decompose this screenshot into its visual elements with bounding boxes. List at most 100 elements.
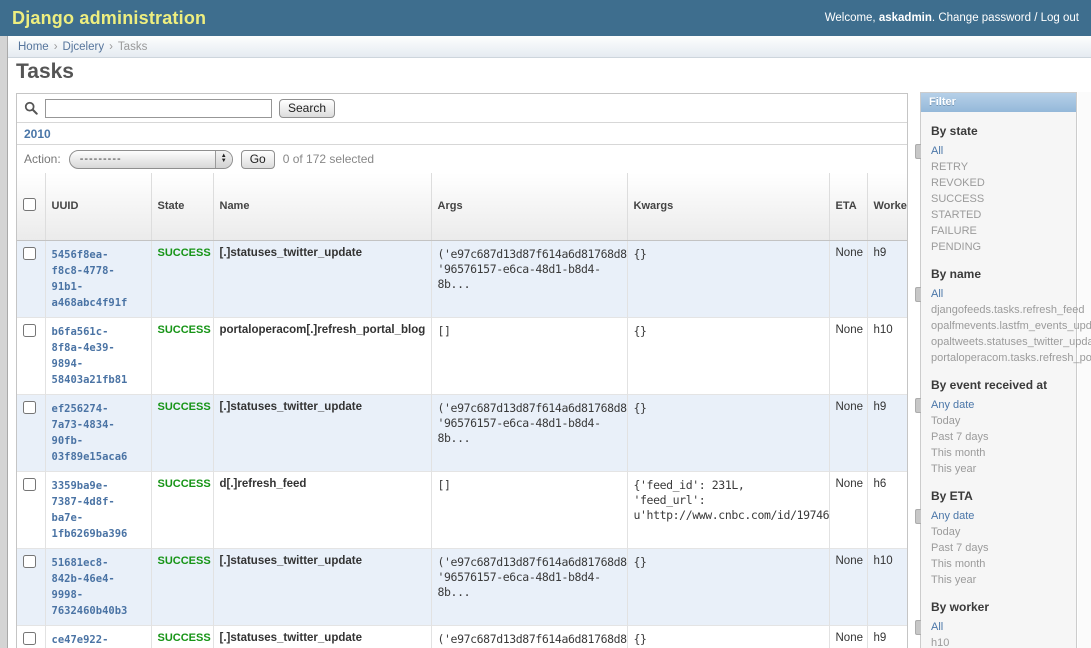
breadcrumb-djcelery[interactable]: Djcelery <box>63 41 105 53</box>
task-kwargs: {} <box>627 317 829 394</box>
changelist: Search 2010 Action: --------- ▲▼ Go 0 of… <box>16 93 908 648</box>
breadcrumb-separator: › <box>109 41 113 53</box>
filter-item-today[interactable]: Today <box>931 524 1076 540</box>
row-checkbox[interactable] <box>23 401 36 414</box>
breadcrumb: Home › Djcelery › Tasks <box>8 36 1091 58</box>
task-uuid-link[interactable]: 5456f8ea- f8c8-4778- 91b1- a468abc4f91f <box>52 247 145 311</box>
column-header-args[interactable]: Args <box>431 173 627 240</box>
breadcrumb-home[interactable]: Home <box>18 41 49 53</box>
column-header-name[interactable]: Name <box>213 173 431 240</box>
search-input[interactable] <box>45 99 272 118</box>
task-uuid-link[interactable]: ce47e922- c76c-45aa- 8885- c2d853e05dbb <box>52 632 145 648</box>
filter-heading: By event received at <box>931 378 1076 392</box>
filter-item-past-7-days[interactable]: Past 7 days <box>931 540 1076 556</box>
task-uuid-link[interactable]: ef256274- 7a73-4834- 90fb- 03f89e15aca6 <box>52 401 145 465</box>
breadcrumb-separator: › <box>54 41 58 53</box>
filter-item-task-name[interactable]: opalfmevents.lastfm_events_update <box>931 318 1076 334</box>
filter-item-this-year[interactable]: This year <box>931 572 1076 588</box>
search-button[interactable]: Search <box>279 99 335 118</box>
filter-item-today[interactable]: Today <box>931 413 1076 429</box>
task-uuid-link[interactable]: 3359ba9e- 7387-4d8f- ba7e- 1fb6269ba396 <box>52 478 145 542</box>
column-header-worker[interactable]: Worker <box>867 173 908 240</box>
filter-item-h10[interactable]: h10 <box>931 635 1076 648</box>
date-hierarchy-year-link[interactable]: 2010 <box>24 127 51 141</box>
row-checkbox[interactable] <box>23 324 36 337</box>
state-badge: SUCCESS <box>158 324 211 336</box>
state-badge: SUCCESS <box>158 478 211 490</box>
task-worker: h6 <box>867 471 908 548</box>
action-select[interactable]: --------- ▲▼ <box>69 150 233 169</box>
filter-item-success[interactable]: SUCCESS <box>931 191 1076 207</box>
task-worker: h9 <box>867 394 908 471</box>
filter-item-past-7-days[interactable]: Past 7 days <box>931 429 1076 445</box>
task-args: ('e97c687d13d87f614a6d81768d8f3d8e', '96… <box>431 548 627 625</box>
filter-item-all[interactable]: All <box>931 143 1076 159</box>
filter-item-task-name[interactable]: opaltweets.statuses_twitter_update <box>931 334 1076 350</box>
column-header-state[interactable]: State <box>151 173 213 240</box>
task-eta: None <box>829 317 867 394</box>
table-row: 5456f8ea- f8c8-4778- 91b1- a468abc4f91f … <box>17 240 908 317</box>
username: askadmin <box>879 12 932 24</box>
task-name: [.]statuses_twitter_update <box>213 625 431 648</box>
task-eta: None <box>829 625 867 648</box>
filter-item-all[interactable]: All <box>931 619 1076 635</box>
row-checkbox[interactable] <box>23 478 36 491</box>
filter-item-retry[interactable]: RETRY <box>931 159 1076 175</box>
filter-item-this-month[interactable]: This month <box>931 556 1076 572</box>
filter-item-this-month[interactable]: This month <box>931 445 1076 461</box>
filter-item-any-date[interactable]: Any date <box>931 508 1076 524</box>
task-uuid-link[interactable]: 51681ec8- 842b-46e4- 9998- 7632460b40b3 <box>52 555 145 619</box>
task-eta: None <box>829 471 867 548</box>
task-args: ('e97c687d13d87f614a6d81768d8f3d8e', '96… <box>431 240 627 317</box>
row-checkbox[interactable] <box>23 247 36 260</box>
column-header-eta[interactable]: ETA <box>829 173 867 240</box>
filter-item-task-name[interactable]: portaloperacom.tasks.refresh_portal_blog <box>931 350 1076 366</box>
filter-item-revoked[interactable]: REVOKED <box>931 175 1076 191</box>
table-row: 51681ec8- 842b-46e4- 9998- 7632460b40b3 … <box>17 548 908 625</box>
window-gutter <box>0 36 8 648</box>
column-header-uuid[interactable]: UUID <box>45 173 151 240</box>
breadcrumb-current: Tasks <box>118 41 147 53</box>
task-kwargs: {} <box>627 394 829 471</box>
filter-item-started[interactable]: STARTED <box>931 207 1076 223</box>
filter-item-task-name[interactable]: djangofeeds.tasks.refresh_feed <box>931 302 1076 318</box>
select-all-checkbox[interactable] <box>23 198 36 211</box>
row-checkbox[interactable] <box>23 555 36 568</box>
filter-item-all[interactable]: All <box>931 286 1076 302</box>
filter-item-this-year[interactable]: This year <box>931 461 1076 477</box>
filter-item-failure[interactable]: FAILURE <box>931 223 1076 239</box>
table-header-row: UUID State Name Args Kwargs ETA Worker <box>17 173 908 240</box>
table-row: b6fa561c- 8f8a-4e39- 9894- 58403a21fb81 … <box>17 317 908 394</box>
task-uuid-link[interactable]: b6fa561c- 8f8a-4e39- 9894- 58403a21fb81 <box>52 324 145 388</box>
search-icon <box>24 101 38 115</box>
filter-group-by-event-received: By event received at Any date Today Past… <box>931 378 1076 477</box>
table-row: ce47e922- c76c-45aa- 8885- c2d853e05dbb … <box>17 625 908 648</box>
task-args: ('e97c687d13d87f614a6d81768d8f3d8e', '96… <box>431 625 627 648</box>
page-title: Tasks <box>16 60 74 84</box>
task-args: [] <box>431 471 627 548</box>
task-worker: h9 <box>867 240 908 317</box>
go-button[interactable]: Go <box>241 150 275 169</box>
filter-title: Filter <box>921 93 1076 112</box>
column-header-kwargs[interactable]: Kwargs <box>627 173 829 240</box>
change-password-link[interactable]: Change password <box>938 12 1031 24</box>
task-eta: None <box>829 548 867 625</box>
state-badge: SUCCESS <box>158 247 211 259</box>
filter-item-pending[interactable]: PENDING <box>931 239 1076 255</box>
filter-panel: Filter By state All RETRY REVOKED SUCCES… <box>920 92 1077 648</box>
task-kwargs: {} <box>627 548 829 625</box>
filter-item-any-date[interactable]: Any date <box>931 397 1076 413</box>
filter-group-by-state: By state All RETRY REVOKED SUCCESS START… <box>931 124 1076 255</box>
user-tools: Welcome, askadmin. Change password / Log… <box>825 12 1079 24</box>
admin-header: Django administration Welcome, askadmin.… <box>0 0 1091 36</box>
task-name: [.]statuses_twitter_update <box>213 548 431 625</box>
task-worker: h9 <box>867 625 908 648</box>
task-kwargs: {} <box>627 240 829 317</box>
logout-link[interactable]: Log out <box>1041 12 1079 24</box>
action-label: Action: <box>24 152 61 166</box>
welcome-text: Welcome, <box>825 12 876 24</box>
results-table: UUID State Name Args Kwargs ETA Worker 5… <box>17 173 908 648</box>
row-checkbox[interactable] <box>23 632 36 645</box>
filter-group-by-eta: By ETA Any date Today Past 7 days This m… <box>931 489 1076 588</box>
task-worker: h10 <box>867 317 908 394</box>
